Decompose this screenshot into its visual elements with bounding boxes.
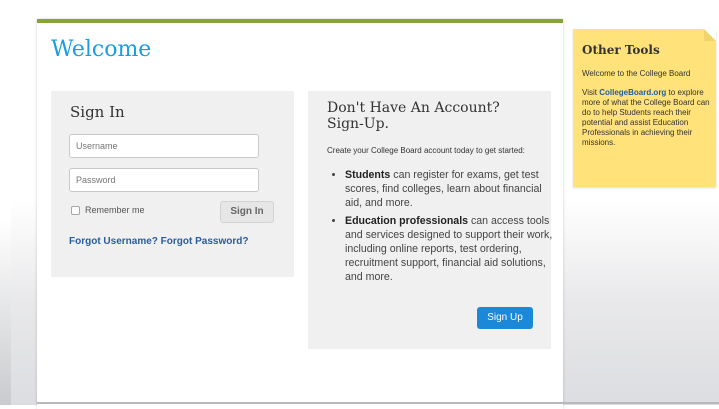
remember-label: Remember me [85, 205, 145, 215]
other-tools-description: Visit CollegeBoard.org to explore more o… [582, 88, 714, 148]
folded-corner [704, 29, 716, 41]
signin-button[interactable]: Sign In [220, 201, 274, 223]
bottom-divider [37, 402, 719, 404]
signin-panel: Sign In Remember me Sign In Forgot Usern… [51, 91, 294, 277]
list-item: Students can register for exams, get tes… [345, 168, 560, 210]
signup-panel: Don't Have An Account? Sign-Up. Create y… [308, 91, 552, 349]
signup-intro: Create your College Board account today … [327, 146, 525, 155]
signup-button[interactable]: Sign Up [477, 307, 533, 329]
password-field[interactable] [69, 168, 259, 192]
list-item-bold: Students [345, 169, 391, 181]
list-item-bold: Education professionals [345, 215, 469, 227]
username-field[interactable] [69, 134, 259, 158]
other-tools-panel: Other Tools Welcome to the College Board… [573, 29, 716, 187]
remember-checkbox[interactable] [71, 205, 80, 215]
other-tools-title: Other Tools [582, 43, 660, 57]
list-item: Education professionals can access tools… [345, 214, 560, 284]
left-edge [0, 0, 11, 405]
other-tools-welcome: Welcome to the College Board [582, 69, 691, 78]
remember-me[interactable]: Remember me [71, 205, 145, 215]
page-title: Welcome [51, 37, 152, 62]
forgot-credentials-link[interactable]: Forgot Username? Forgot Password? [69, 236, 248, 247]
signup-title: Don't Have An Account? Sign-Up. [327, 100, 500, 132]
signin-title: Sign In [70, 103, 125, 121]
description-prefix: Visit [582, 88, 600, 97]
collegeboard-link[interactable]: CollegeBoard.org [599, 88, 666, 97]
welcome-card: Welcome Sign In Remember me Sign In Forg… [37, 19, 563, 409]
signup-benefits-list: Students can register for exams, get tes… [327, 168, 560, 288]
